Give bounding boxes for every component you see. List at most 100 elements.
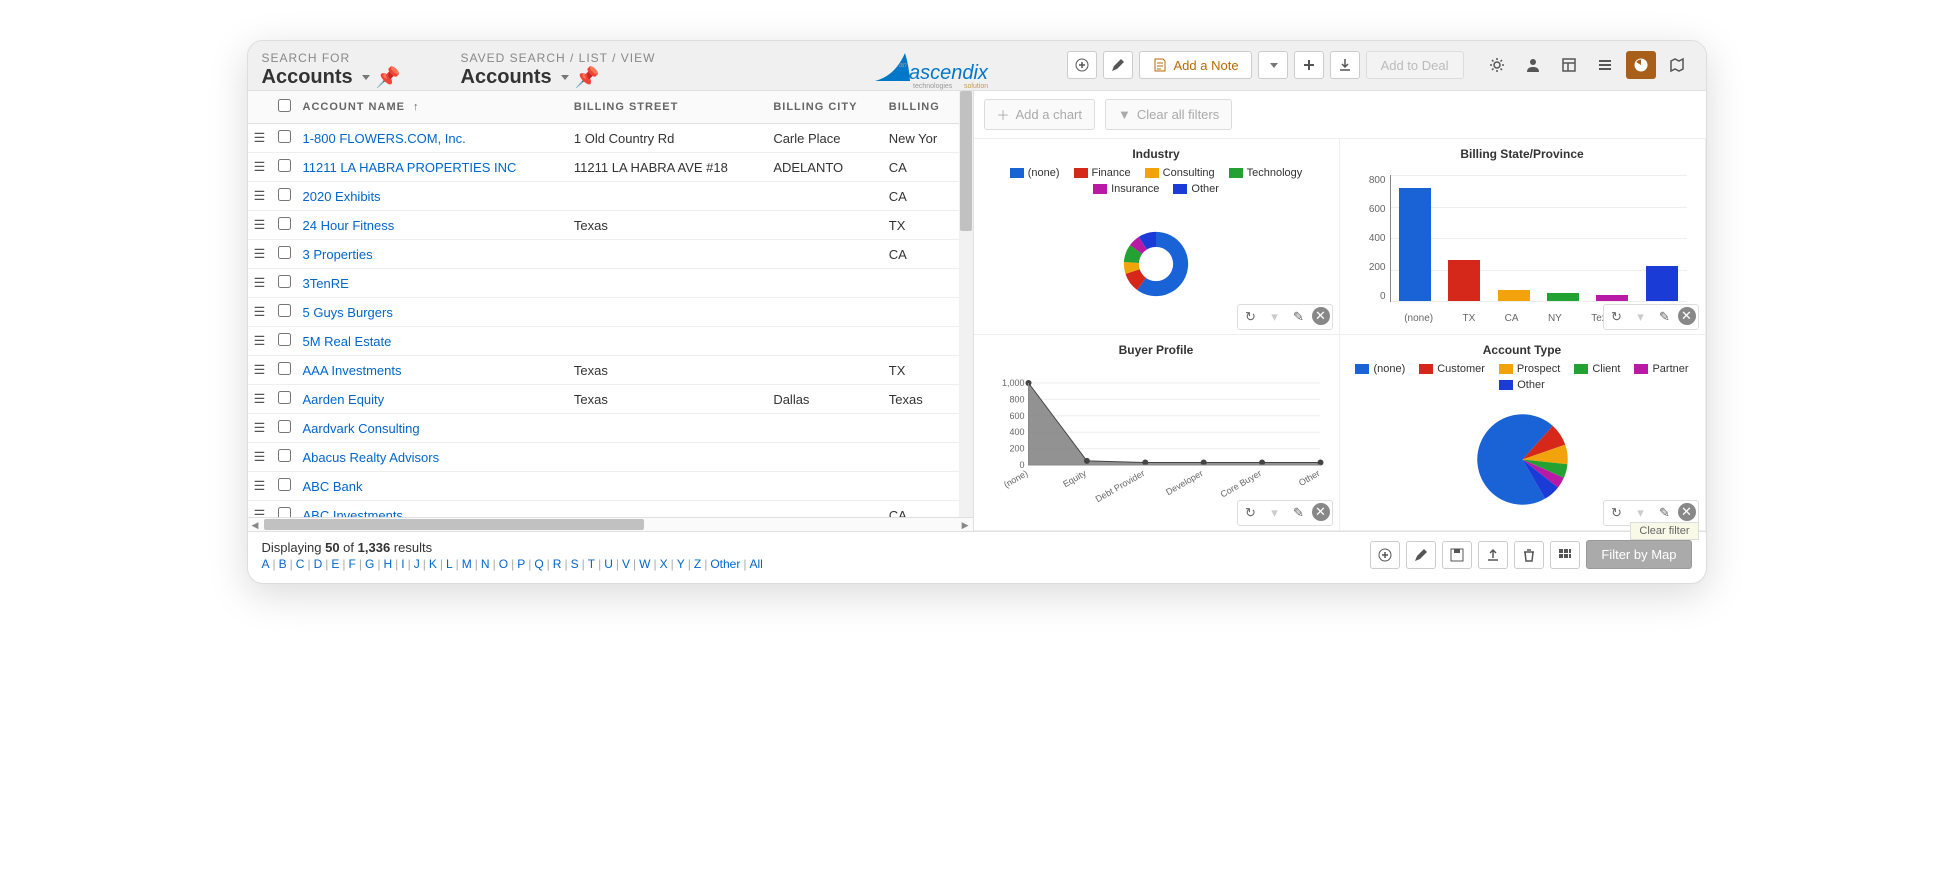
row-checkbox[interactable] bbox=[272, 124, 297, 153]
alpha-link[interactable]: E bbox=[331, 557, 339, 571]
account-name-cell[interactable]: AAA Investments bbox=[297, 356, 568, 385]
row-menu-icon[interactable]: ☰ bbox=[248, 182, 272, 211]
table-row[interactable]: ☰ 2020 Exhibits CA bbox=[248, 182, 959, 211]
close-icon[interactable]: ✕ bbox=[1312, 307, 1330, 325]
scroll-left-icon[interactable]: ◀ bbox=[252, 520, 259, 531]
row-menu-icon[interactable]: ☰ bbox=[248, 211, 272, 240]
table-row[interactable]: ☰ ABC Investments CA bbox=[248, 501, 959, 518]
legend-item[interactable]: Consulting bbox=[1145, 167, 1215, 179]
alpha-link[interactable]: L bbox=[446, 557, 453, 571]
table-row[interactable]: ☰ Aarden Equity Texas Dallas Texas bbox=[248, 385, 959, 414]
col-billing-street[interactable]: BILLING STREET bbox=[568, 91, 767, 124]
select-all-checkbox[interactable] bbox=[278, 99, 291, 112]
row-menu-icon[interactable]: ☰ bbox=[248, 472, 272, 501]
col-account-name[interactable]: ACCOUNT NAME ↑ bbox=[297, 91, 568, 124]
alpha-other[interactable]: Other bbox=[710, 557, 740, 571]
refresh-icon[interactable]: ↻ bbox=[1606, 503, 1628, 523]
legend-item[interactable]: Client bbox=[1574, 363, 1620, 375]
table-row[interactable]: ☰ 11211 LA HABRA PROPERTIES INC 11211 LA… bbox=[248, 153, 959, 182]
plus-button[interactable] bbox=[1294, 51, 1324, 79]
edit-icon[interactable]: ✎ bbox=[1654, 503, 1676, 523]
list-icon[interactable] bbox=[1590, 51, 1620, 79]
map-icon[interactable] bbox=[1662, 51, 1692, 79]
table-row[interactable]: ☰ 1-800 FLOWERS.COM, Inc. 1 Old Country … bbox=[248, 124, 959, 153]
alpha-link[interactable]: D bbox=[314, 557, 323, 571]
alpha-link[interactable]: H bbox=[383, 557, 392, 571]
search-for-value[interactable]: Accounts 📌 bbox=[262, 65, 401, 90]
legend-item[interactable]: Finance bbox=[1074, 167, 1131, 179]
alpha-link[interactable]: G bbox=[365, 557, 374, 571]
account-name-cell[interactable]: 24 Hour Fitness bbox=[297, 211, 568, 240]
account-name-cell[interactable]: ABC Investments bbox=[297, 501, 568, 518]
legend-item[interactable]: Prospect bbox=[1499, 363, 1560, 375]
alpha-link[interactable]: F bbox=[349, 557, 356, 571]
refresh-icon[interactable]: ↻ bbox=[1606, 307, 1628, 327]
edit-icon-button[interactable] bbox=[1406, 541, 1436, 569]
alpha-link[interactable]: A bbox=[262, 557, 270, 571]
row-checkbox[interactable] bbox=[272, 414, 297, 443]
close-icon[interactable]: ✕ bbox=[1312, 503, 1330, 521]
col-checkbox[interactable] bbox=[272, 91, 297, 124]
row-checkbox[interactable] bbox=[272, 327, 297, 356]
alpha-link[interactable]: O bbox=[499, 557, 508, 571]
table-row[interactable]: ☰ Aardvark Consulting bbox=[248, 414, 959, 443]
scrollbar-thumb[interactable] bbox=[960, 91, 972, 231]
table-row[interactable]: ☰ 3 Properties CA bbox=[248, 240, 959, 269]
row-checkbox[interactable] bbox=[272, 501, 297, 518]
bar[interactable] bbox=[1646, 266, 1678, 301]
filter-icon[interactable]: ▾ bbox=[1264, 307, 1286, 327]
row-checkbox[interactable] bbox=[272, 298, 297, 327]
filter-icon[interactable]: ▾ bbox=[1630, 307, 1652, 327]
grid-icon-button[interactable] bbox=[1550, 541, 1580, 569]
clear-filters-button[interactable]: ▼Clear all filters bbox=[1105, 99, 1232, 130]
delete-icon-button[interactable] bbox=[1514, 541, 1544, 569]
legend-item[interactable]: Other bbox=[1499, 379, 1545, 391]
row-checkbox[interactable] bbox=[272, 443, 297, 472]
layout-icon[interactable] bbox=[1554, 51, 1584, 79]
legend-item[interactable]: Customer bbox=[1419, 363, 1485, 375]
alpha-all[interactable]: All bbox=[749, 557, 762, 571]
edit-icon[interactable]: ✎ bbox=[1288, 307, 1310, 327]
save-icon-button[interactable] bbox=[1442, 541, 1472, 569]
filter-icon[interactable]: ▾ bbox=[1630, 503, 1652, 523]
add-icon-button[interactable] bbox=[1370, 541, 1400, 569]
col-billing-state[interactable]: BILLING bbox=[883, 91, 959, 124]
row-menu-icon[interactable]: ☰ bbox=[248, 443, 272, 472]
alpha-link[interactable]: Q bbox=[534, 557, 543, 571]
legend-item[interactable]: Technology bbox=[1229, 167, 1303, 179]
row-checkbox[interactable] bbox=[272, 182, 297, 211]
alpha-link[interactable]: B bbox=[279, 557, 287, 571]
bar[interactable] bbox=[1448, 260, 1480, 301]
filter-by-map-button[interactable]: Filter by Map bbox=[1586, 540, 1691, 569]
row-menu-icon[interactable]: ☰ bbox=[248, 269, 272, 298]
legend-item[interactable]: (none) bbox=[1010, 167, 1060, 179]
account-name-cell[interactable]: Abacus Realty Advisors bbox=[297, 443, 568, 472]
refresh-icon[interactable]: ↻ bbox=[1240, 307, 1262, 327]
row-menu-icon[interactable]: ☰ bbox=[248, 414, 272, 443]
alpha-link[interactable]: X bbox=[660, 557, 668, 571]
bar[interactable] bbox=[1596, 295, 1628, 301]
row-checkbox[interactable] bbox=[272, 240, 297, 269]
alpha-link[interactable]: M bbox=[462, 557, 472, 571]
table-row[interactable]: ☰ Abacus Realty Advisors bbox=[248, 443, 959, 472]
close-icon[interactable]: ✕ bbox=[1678, 307, 1696, 325]
alpha-link[interactable]: U bbox=[604, 557, 613, 571]
table-row[interactable]: ☰ 5 Guys Burgers bbox=[248, 298, 959, 327]
row-checkbox[interactable] bbox=[272, 211, 297, 240]
dropdown-button[interactable] bbox=[1258, 51, 1288, 79]
alpha-link[interactable]: R bbox=[553, 557, 562, 571]
alpha-link[interactable]: I bbox=[401, 557, 404, 571]
alpha-link[interactable]: K bbox=[429, 557, 437, 571]
account-name-cell[interactable]: 5M Real Estate bbox=[297, 327, 568, 356]
user-icon[interactable] bbox=[1518, 51, 1548, 79]
hscroll-thumb[interactable] bbox=[264, 519, 644, 530]
legend-item[interactable]: Insurance bbox=[1093, 183, 1159, 195]
row-menu-icon[interactable]: ☰ bbox=[248, 356, 272, 385]
alpha-link[interactable]: T bbox=[588, 557, 595, 571]
download-button[interactable] bbox=[1330, 51, 1360, 79]
account-name-cell[interactable]: Aardvark Consulting bbox=[297, 414, 568, 443]
settings-icon[interactable] bbox=[1482, 51, 1512, 79]
alpha-link[interactable]: Y bbox=[677, 557, 685, 571]
alpha-link[interactable]: V bbox=[622, 557, 630, 571]
edit-icon[interactable]: ✎ bbox=[1654, 307, 1676, 327]
